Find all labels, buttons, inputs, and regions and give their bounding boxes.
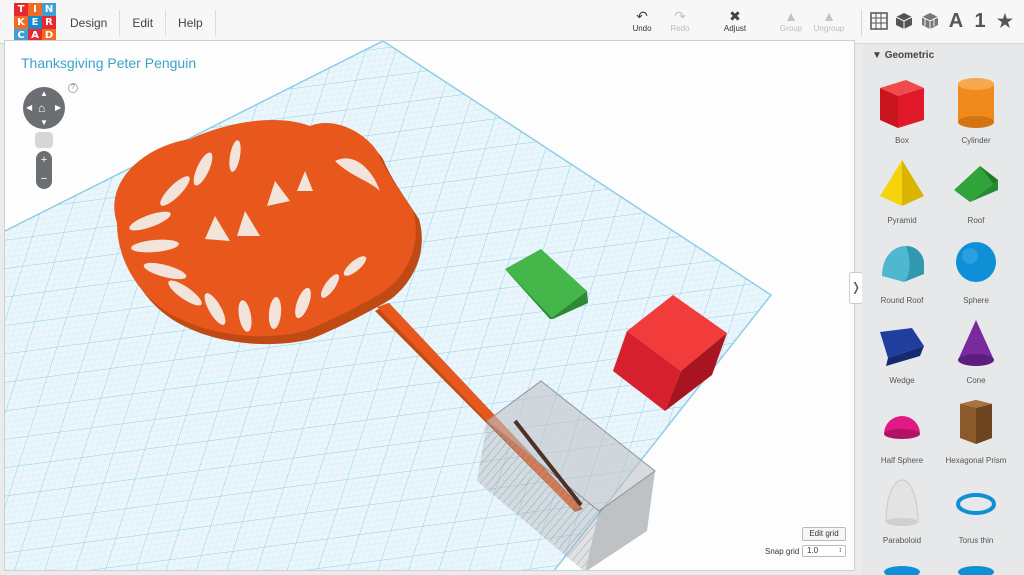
shape-box[interactable]: Box	[866, 76, 938, 145]
ungroup-label: Ungroup	[813, 24, 845, 33]
round-roof-icon	[882, 246, 924, 282]
shape-label: Box	[895, 136, 909, 145]
adjust-button[interactable]: ✖ Adjust	[715, 8, 755, 33]
shape-label: Hexagonal Prism	[945, 456, 1007, 465]
workplane-canvas[interactable]: Thanksgiving Peter Penguin ▲ ▼ ◀ ▶ ⌂ ? +…	[4, 40, 855, 571]
shape-partial[interactable]	[866, 558, 938, 575]
roof-icon	[954, 166, 998, 202]
star-icon[interactable]: ★	[994, 10, 1016, 32]
shape-cylinder[interactable]: Cylinder	[940, 76, 1012, 145]
undo-label: Undo	[632, 24, 652, 33]
undo-icon: ↶	[636, 8, 648, 24]
ungroup-icon: ▲	[822, 8, 836, 24]
redo-icon: ↷	[674, 8, 686, 24]
zoom-out-icon[interactable]: −	[36, 170, 52, 189]
orbit-left-icon[interactable]: ◀	[26, 103, 32, 112]
redo-label: Redo	[670, 24, 690, 33]
wedge-icon	[880, 328, 924, 366]
shape-roof[interactable]: Roof	[940, 156, 1012, 225]
shape-wedge[interactable]: Wedge	[866, 316, 938, 385]
geometric-section-label: Geometric	[884, 50, 935, 61]
logo-letter: E	[28, 16, 42, 29]
half-sphere-icon	[884, 416, 920, 439]
shape-hexagonal-prism[interactable]: Hexagonal Prism	[940, 396, 1012, 465]
pattern-cube-icon[interactable]	[919, 10, 941, 32]
group-button[interactable]: ▲ Group	[771, 8, 811, 33]
group-icon: ▲	[784, 8, 798, 24]
shape-paraboloid[interactable]: Paraboloid	[866, 476, 938, 545]
design-title[interactable]: Thanksgiving Peter Penguin	[21, 55, 196, 71]
shape-label: Paraboloid	[882, 536, 922, 545]
edit-grid-button[interactable]: Edit grid	[802, 527, 846, 541]
logo-letter: K	[14, 16, 28, 29]
ungroup-button[interactable]: ▲ Ungroup	[809, 8, 849, 33]
number-shape-icon[interactable]: 1	[969, 10, 991, 32]
zoom-control[interactable]: + −	[36, 151, 52, 189]
solid-cube-icon[interactable]	[893, 10, 915, 32]
menu-help[interactable]: Help	[166, 10, 216, 36]
shape-round-roof[interactable]: Round Roof	[866, 236, 938, 305]
hexagonal-prism-icon	[960, 400, 992, 444]
geometric-section-header[interactable]: ▼ Geometric	[872, 50, 934, 61]
sidebar-toggle-button[interactable]: ❭	[849, 272, 863, 304]
shape-label: Half Sphere	[880, 456, 924, 465]
top-toolbar: T I N K E R C A D Design Edit Help ↶ Und…	[0, 0, 1024, 44]
box-icon	[880, 80, 924, 128]
pyramid-icon	[880, 160, 924, 206]
shape-partial[interactable]	[940, 558, 1012, 575]
shape-cone[interactable]: Cone	[940, 316, 1012, 385]
main-menu: Design Edit Help	[58, 10, 216, 36]
shape-partial-icon	[958, 566, 994, 575]
shapes-sidebar: ▼ Geometric Box Cylinder Pyramid Roof Ro…	[862, 44, 1024, 575]
shape-label: Round Roof	[880, 296, 924, 305]
logo-letter: R	[42, 16, 56, 29]
logo-letter: T	[14, 3, 28, 16]
hole-box-shape[interactable]	[5, 41, 855, 571]
logo-letter: N	[42, 3, 56, 16]
shape-half-sphere[interactable]: Half Sphere	[866, 396, 938, 465]
text-shape-icon[interactable]: A	[945, 10, 967, 32]
home-view-icon[interactable]: ⌂	[38, 101, 45, 115]
menu-design[interactable]: Design	[58, 10, 121, 36]
zoom-in-icon[interactable]: +	[36, 151, 52, 170]
orbit-right-icon[interactable]: ▶	[55, 103, 61, 112]
cone-icon	[958, 320, 994, 366]
caret-down-icon: ▼	[872, 50, 882, 61]
adjust-icon: ✖	[729, 8, 741, 24]
help-icon[interactable]: ?	[68, 83, 78, 93]
tinkercad-logo[interactable]: T I N K E R C A D	[14, 3, 56, 45]
view-navigation-control[interactable]: ▲ ▼ ◀ ▶ ⌂	[23, 87, 65, 129]
shape-torus-thin[interactable]: Torus thin	[940, 476, 1012, 545]
orbit-up-icon[interactable]: ▲	[40, 89, 48, 98]
fit-view-button[interactable]	[35, 132, 53, 148]
cylinder-icon	[958, 78, 994, 128]
menu-edit[interactable]: Edit	[120, 10, 167, 36]
snap-grid-select[interactable]: 1.0	[802, 545, 846, 557]
torus-icon	[956, 493, 996, 515]
logo-letter: I	[28, 3, 42, 16]
shape-partial-icon	[884, 566, 920, 575]
shape-label: Cone	[966, 376, 986, 385]
toolbar-divider	[861, 10, 862, 36]
sphere-icon	[956, 242, 996, 282]
shape-label: Torus thin	[958, 536, 994, 545]
shape-label: Pyramid	[887, 216, 917, 225]
shape-sphere[interactable]: Sphere	[940, 236, 1012, 305]
shape-label: Cylinder	[961, 136, 991, 145]
shape-label: Sphere	[963, 296, 989, 305]
group-label: Group	[779, 24, 803, 33]
shape-pyramid[interactable]: Pyramid	[866, 156, 938, 225]
shape-label: Wedge	[889, 376, 915, 385]
shape-label: Roof	[967, 216, 985, 225]
redo-button[interactable]: ↷ Redo	[660, 8, 700, 33]
orbit-down-icon[interactable]: ▼	[40, 118, 48, 127]
paraboloid-icon	[885, 479, 919, 526]
grid-view-icon[interactable]	[868, 10, 890, 32]
snap-grid-label: Snap grid	[765, 547, 800, 556]
undo-button[interactable]: ↶ Undo	[622, 8, 662, 33]
adjust-label: Adjust	[723, 24, 747, 33]
